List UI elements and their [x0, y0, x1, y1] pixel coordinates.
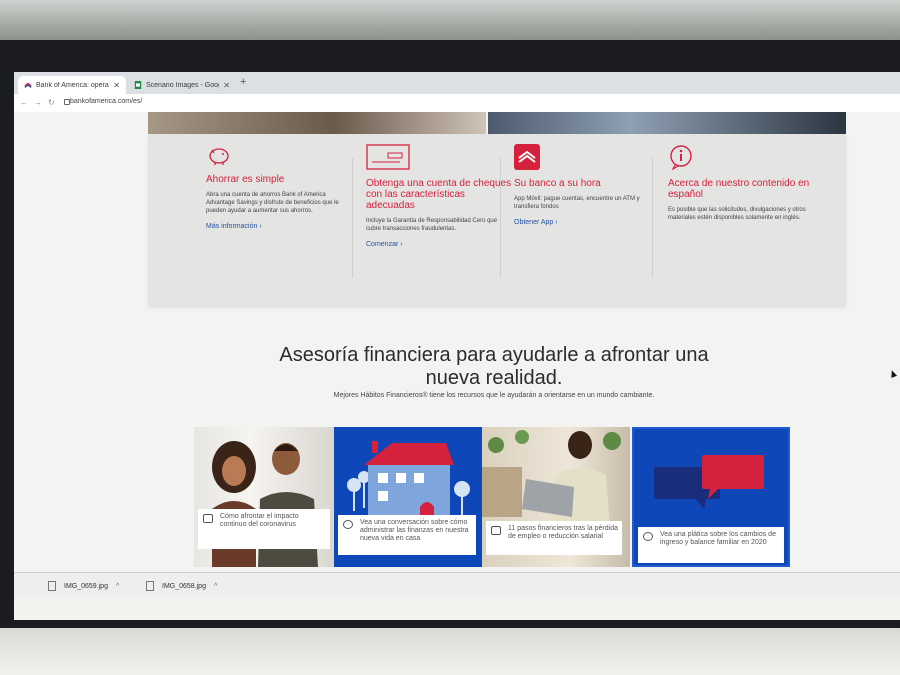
card-title: Su banco a su hora — [514, 178, 601, 189]
download-filename: IMG_0659.jpg — [64, 582, 108, 590]
web-page: Ahorrar es simple Abra una cuenta de aho… — [14, 112, 900, 572]
card-divider — [500, 158, 501, 278]
conversation-icon — [643, 532, 653, 541]
headline-line: nueva realidad. — [425, 367, 563, 389]
card-body: App Móvil: pague cuentas, encuentre un A… — [514, 196, 640, 210]
hero-image-right — [488, 112, 846, 134]
card-body: Es posible que las solicitudes, divulgac… — [668, 207, 806, 221]
tab-label: Bank of America: operaciones ba — [36, 81, 109, 89]
boa-app-icon[interactable] — [514, 144, 540, 170]
link-label: Comenzar — [366, 241, 399, 248]
headline-line: Asesoría financiera para ayudarle a afro… — [279, 344, 709, 366]
download-item[interactable]: IMG_0659.jpg ^ — [48, 581, 119, 591]
tile-caption: Vea una conversación sobre cómo administ… — [338, 515, 476, 555]
piggy-bank-icon — [209, 148, 229, 165]
tile-caption: Vea una plática sobre los cambios de ing… — [638, 527, 784, 563]
reload-icon[interactable]: ↻ — [48, 98, 55, 107]
download-filename: IMG_0658.jpg — [162, 582, 206, 590]
info-icon — [670, 145, 692, 170]
link-label: Más información — [206, 223, 258, 230]
caption-text: Cómo afrontar el impacto continuo del co… — [220, 513, 299, 528]
chevron-right-icon: › — [555, 219, 558, 226]
card-savings: Ahorrar es simple Abra una cuenta de aho… — [206, 144, 352, 294]
tab-bar: Bank of America: operaciones ba ✕ Scenar… — [14, 72, 900, 94]
card-divider — [652, 158, 653, 278]
close-tab-icon[interactable]: ✕ — [223, 81, 230, 90]
tab-label: Scenario Images - Google Shee — [146, 81, 219, 89]
address-bar: ← → ↻ bankofamerica.com/es/ — [14, 94, 900, 113]
boa-favicon-icon — [24, 82, 32, 88]
conversation-icon — [343, 520, 353, 529]
card-checking: Obtenga una cuenta de cheques con las ca… — [366, 144, 512, 294]
link-label: Obtener App — [514, 219, 554, 226]
tab-bank-of-america[interactable]: Bank of America: operaciones ba ✕ — [18, 76, 126, 94]
hero-image-left — [148, 112, 486, 134]
caption-text: Vea una conversación sobre cómo administ… — [360, 519, 469, 542]
caption-text: Vea una plática sobre los cambios de ing… — [660, 531, 776, 546]
chevron-up-icon[interactable]: ^ — [116, 583, 119, 590]
card-spanish-content: Acerca de nuestro contenido en español E… — [668, 144, 814, 294]
tile-coronavirus-impact[interactable]: Cómo afrontar el impacto continuo del co… — [194, 427, 334, 567]
caption-text: 11 pasos financieros tras la pérdida de … — [508, 525, 618, 540]
check-icon — [366, 144, 410, 170]
card-body: Incluye la Garantía de Responsabilidad C… — [366, 218, 498, 232]
new-tab-button[interactable]: + — [240, 76, 246, 88]
card-body: Abra una cuenta de ahorros Bank of Ameri… — [206, 192, 339, 214]
chevron-right-icon: › — [400, 241, 403, 248]
tab-scenario-images[interactable]: Scenario Images - Google Shee ✕ — [128, 76, 236, 94]
file-icon — [48, 581, 56, 591]
tile-caption: 11 pasos financieros tras la pérdida de … — [486, 521, 622, 555]
close-tab-icon[interactable]: ✕ — [113, 81, 120, 90]
card-title: Acerca de nuestro contenido en español — [668, 178, 810, 200]
video-icon — [203, 514, 213, 523]
sheets-favicon-icon — [134, 81, 142, 89]
card-divider — [352, 158, 353, 278]
file-icon — [146, 581, 154, 591]
tile-job-loss-steps[interactable]: 11 pasos financieros tras la pérdida de … — [482, 427, 630, 567]
card-title: Obtenga una cuenta de cheques con las ca… — [366, 178, 512, 211]
url-field[interactable]: bankofamerica.com/es/ — [70, 98, 142, 105]
tile-caption: Cómo afrontar el impacto continuo del co… — [198, 509, 330, 549]
chevron-right-icon: › — [259, 223, 262, 230]
comenzar-link[interactable]: Comenzar › — [366, 241, 403, 248]
tile-income-changes[interactable]: Vea una plática sobre los cambios de ing… — [632, 427, 790, 567]
chevron-up-icon[interactable]: ^ — [214, 583, 217, 590]
section-headline: Asesoría financiera para ayudarle a afro… — [194, 344, 794, 390]
back-icon[interactable]: ← — [20, 98, 28, 107]
section-subtitle: Mejores Hábitos Financieros® tiene los r… — [333, 392, 655, 399]
card-mobile-app: Su banco a su hora App Móvil: pague cuen… — [514, 144, 660, 294]
download-item[interactable]: IMG_0658.jpg ^ — [146, 581, 217, 591]
downloads-bar: IMG_0659.jpg ^ IMG_0658.jpg ^ — [14, 572, 900, 597]
desk — [0, 628, 900, 675]
mas-informacion-link[interactable]: Más información › — [206, 223, 262, 230]
features-panel: Ahorrar es simple Abra una cuenta de aho… — [148, 134, 846, 306]
forward-icon[interactable]: → — [34, 98, 42, 107]
obtener-app-link[interactable]: Obtener App › — [514, 219, 558, 226]
list-icon — [491, 526, 501, 535]
card-title: Ahorrar es simple — [206, 174, 285, 185]
tile-finances-home[interactable]: Vea una conversación sobre cómo administ… — [334, 427, 482, 567]
background-wall — [0, 0, 900, 40]
browser-window: Bank of America: operaciones ba ✕ Scenar… — [14, 72, 900, 620]
